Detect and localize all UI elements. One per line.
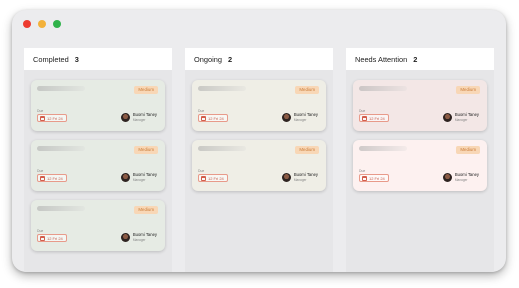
due-date-chip[interactable]: 12 Fri 24: [37, 174, 67, 182]
task-card[interactable]: Medium Due 12 Fri 24 Buomi Taney Manager: [31, 140, 165, 191]
due-date: 12 Fri 24: [47, 115, 63, 121]
priority-badge: Medium: [456, 86, 480, 94]
assignee[interactable]: Buomi Taney Manager: [281, 172, 318, 183]
avatar: [442, 173, 452, 183]
column-count: 2: [413, 54, 418, 64]
column-completed: Completed 3 Medium Due 12 Fri 24 Buomi Taney M…: [24, 48, 172, 272]
due-date: 12 Fri 24: [47, 235, 63, 241]
assignee-role: Manager: [454, 117, 468, 122]
priority-badge: Medium: [456, 146, 480, 154]
calendar-icon: [201, 175, 206, 181]
column-count: 3: [74, 54, 79, 64]
calendar-icon: [40, 115, 45, 121]
app-window: Completed 3 Medium Due 12 Fri 24 Buomi Taney M…: [12, 10, 506, 272]
task-card[interactable]: Medium Due 12 Fri 24 Buomi Taney Manager: [192, 80, 326, 131]
avatar: [281, 113, 291, 123]
due-date-chip[interactable]: 12 Fri 24: [198, 174, 228, 182]
assignee[interactable]: Buomi Taney Manager: [442, 172, 479, 183]
assignee[interactable]: Buomi Taney Manager: [281, 112, 318, 123]
task-card[interactable]: Medium Due 12 Fri 24 Buomi Taney Manager: [353, 80, 487, 131]
column-header: Ongoing 2: [185, 48, 333, 70]
task-title-placeholder: [37, 206, 85, 211]
assignee[interactable]: Buomi Taney Manager: [120, 112, 157, 123]
due-label: Due: [359, 169, 366, 173]
calendar-icon: [201, 115, 206, 121]
column-header: Needs Attention 2: [346, 48, 494, 70]
due-date-chip[interactable]: 12 Fri 24: [359, 174, 389, 182]
due-label: Due: [37, 169, 44, 173]
task-title-placeholder: [37, 86, 85, 91]
task-title-placeholder: [37, 146, 85, 151]
column-title: Completed: [33, 54, 69, 64]
priority-badge: Medium: [134, 206, 158, 214]
task-title-placeholder: [198, 146, 246, 151]
assignee[interactable]: Buomi Taney Manager: [120, 172, 157, 183]
priority-badge: Medium: [134, 146, 158, 154]
window-controls: [23, 20, 61, 28]
assignee[interactable]: Buomi Taney Manager: [442, 112, 479, 123]
column-title: Needs Attention: [355, 54, 408, 64]
due-date: 12 Fri 24: [208, 175, 224, 181]
task-title-placeholder: [359, 86, 407, 91]
close-window-button[interactable]: [23, 20, 31, 28]
due-date: 12 Fri 24: [369, 175, 385, 181]
due-date: 12 Fri 24: [369, 115, 385, 121]
due-label: Due: [37, 229, 44, 233]
column-header: Completed 3: [24, 48, 172, 70]
avatar: [120, 173, 130, 183]
assignee-role: Manager: [132, 237, 146, 242]
due-label: Due: [359, 109, 366, 113]
column-needs-attention: Needs Attention 2 Medium Due 12 Fri 24 Buomi …: [346, 48, 494, 272]
due-date-chip[interactable]: 12 Fri 24: [198, 114, 228, 122]
column-title: Ongoing: [194, 54, 222, 64]
task-card[interactable]: Medium Due 12 Fri 24 Buomi Taney Manager: [31, 80, 165, 131]
task-card[interactable]: Medium Due 12 Fri 24 Buomi Taney Manager: [353, 140, 487, 191]
column-count: 2: [227, 54, 233, 64]
task-title-placeholder: [198, 86, 246, 91]
assignee-role: Manager: [132, 177, 146, 182]
avatar: [120, 113, 130, 123]
due-date-chip[interactable]: 12 Fri 24: [37, 234, 67, 242]
minimize-window-button[interactable]: [38, 20, 46, 28]
due-label: Due: [198, 109, 205, 113]
avatar: [281, 173, 291, 183]
calendar-icon: [362, 115, 367, 121]
due-label: Due: [198, 169, 205, 173]
avatar: [120, 233, 130, 243]
calendar-icon: [40, 235, 45, 241]
task-card[interactable]: Medium Due 12 Fri 24 Buomi Taney Manager: [31, 200, 165, 251]
due-date-chip[interactable]: 12 Fri 24: [359, 114, 389, 122]
kanban-board: Completed 3 Medium Due 12 Fri 24 Buomi Taney M…: [24, 48, 494, 272]
due-label: Due: [37, 109, 44, 113]
maximize-window-button[interactable]: [53, 20, 61, 28]
avatar: [442, 113, 452, 123]
priority-badge: Medium: [295, 146, 319, 154]
priority-badge: Medium: [295, 86, 319, 94]
assignee-role: Manager: [132, 117, 146, 122]
priority-badge: Medium: [134, 86, 158, 94]
task-title-placeholder: [359, 146, 407, 151]
assignee-role: Manager: [293, 117, 307, 122]
due-date: 12 Fri 24: [47, 175, 63, 181]
due-date: 12 Fri 24: [208, 115, 224, 121]
calendar-icon: [362, 175, 367, 181]
assignee-role: Manager: [293, 177, 307, 182]
due-date-chip[interactable]: 12 Fri 24: [37, 114, 67, 122]
column-ongoing: Ongoing 2 Medium Due 12 Fri 24 Buomi Taney Man…: [185, 48, 333, 272]
assignee[interactable]: Buomi Taney Manager: [120, 232, 157, 243]
calendar-icon: [40, 175, 45, 181]
task-card[interactable]: Medium Due 12 Fri 24 Buomi Taney Manager: [192, 140, 326, 191]
assignee-role: Manager: [454, 177, 468, 182]
